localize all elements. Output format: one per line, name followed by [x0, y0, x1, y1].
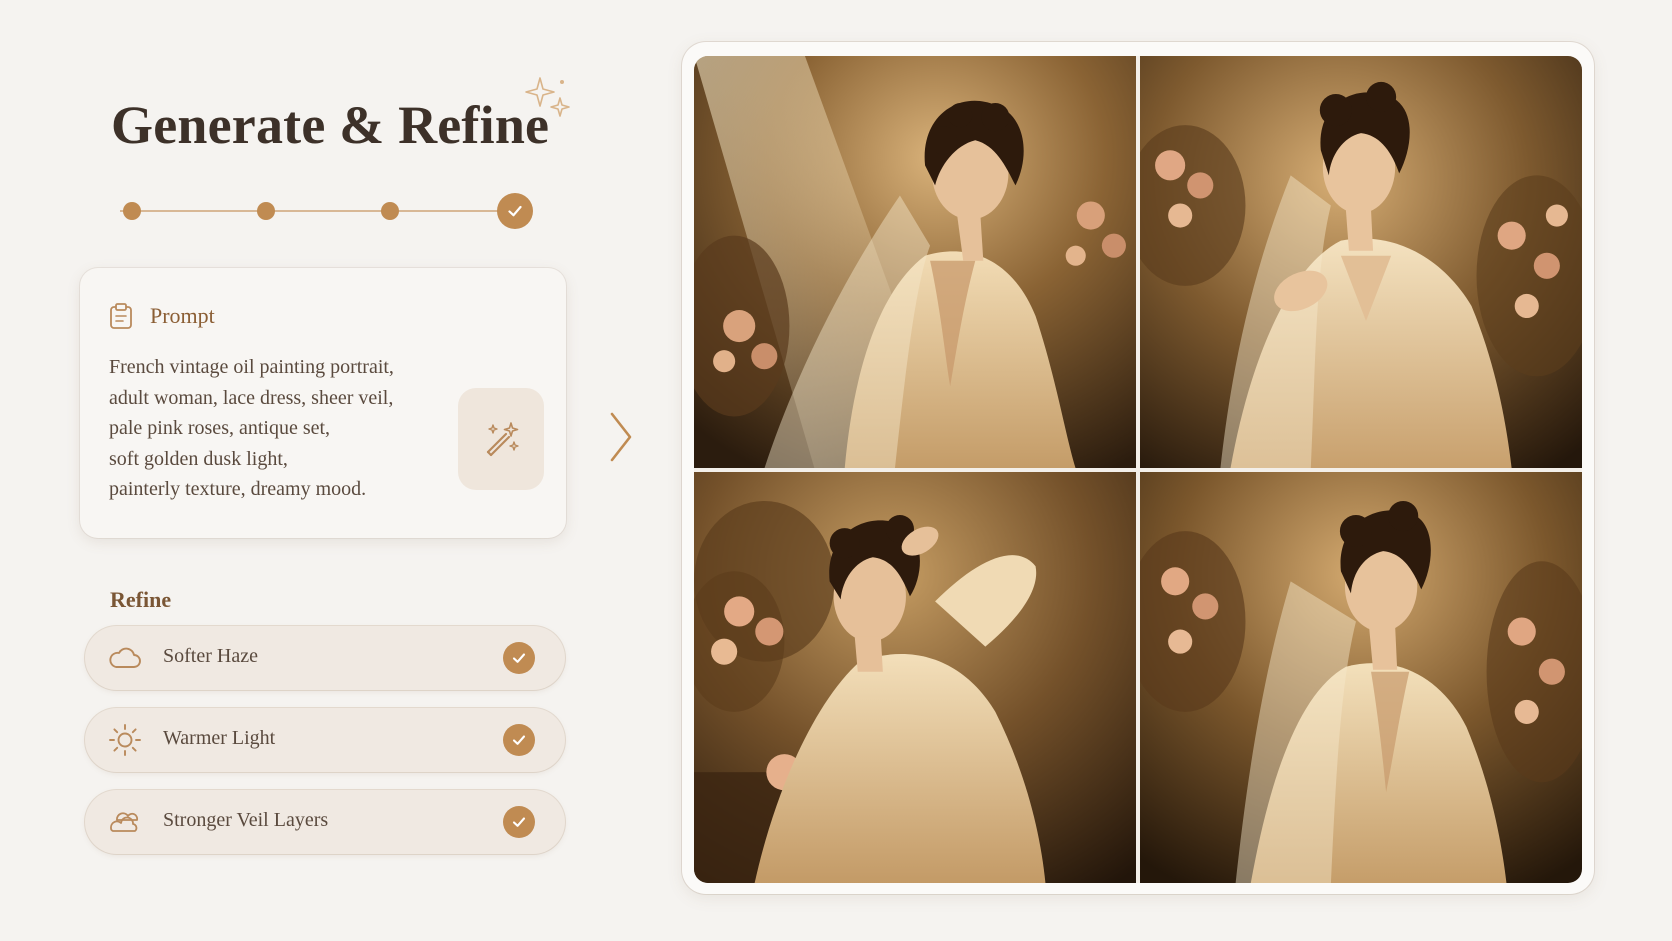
step-2-dot: [257, 202, 275, 220]
refine-option-check[interactable]: [503, 806, 535, 838]
check-icon: [508, 205, 522, 217]
prompt-card: Prompt French vintage oil painting portr…: [80, 268, 566, 538]
refine-option-label: Warmer Light: [163, 727, 276, 749]
prompt-line: adult woman, lace dress, sheer veil,: [109, 386, 394, 409]
image-gallery: [694, 56, 1582, 883]
page-title: Generate & Refine: [111, 95, 550, 155]
generated-image-3[interactable]: [694, 471, 1136, 883]
generated-image-1[interactable]: [694, 56, 1136, 468]
prompt-label: Prompt: [150, 303, 215, 328]
step-3-dot: [381, 202, 399, 220]
refine-option-check[interactable]: [503, 642, 535, 674]
refine-option-label: Softer Haze: [163, 645, 258, 667]
generate-button[interactable]: [458, 388, 544, 490]
prompt-line: French vintage oil painting portrait,: [109, 356, 394, 378]
stepper-track: [120, 210, 505, 212]
step-1-dot: [123, 202, 141, 220]
chevron-right-icon[interactable]: [606, 410, 636, 464]
check-icon: [512, 817, 526, 827]
check-icon: [512, 735, 526, 745]
progress-stepper: [110, 190, 535, 234]
prompt-line: soft golden dusk light,: [109, 447, 288, 470]
prompt-line: pale pink roses, antique set,: [109, 417, 331, 439]
generated-image-2[interactable]: [1140, 56, 1582, 468]
prompt-header: Prompt: [108, 302, 215, 330]
veil-layers-icon: [110, 812, 139, 832]
refine-option-softer-haze[interactable]: Softer Haze: [85, 626, 565, 690]
refine-option-label: Stronger Veil Layers: [163, 809, 329, 831]
refine-option-warmer-light[interactable]: Warmer Light: [85, 708, 565, 772]
sparkle-icon: [525, 77, 570, 117]
clipboard-icon: [110, 303, 132, 329]
cloud-icon: [109, 647, 141, 668]
refine-heading: Refine: [110, 587, 172, 612]
check-icon: [512, 653, 526, 663]
prompt-line: painterly texture, dreamy mood.: [109, 478, 367, 500]
generated-image-4[interactable]: [1140, 471, 1582, 883]
step-4-complete: [497, 193, 533, 229]
refine-option-stronger-veil-layers[interactable]: Stronger Veil Layers: [85, 790, 565, 854]
prompt-text[interactable]: French vintage oil painting portrait, ad…: [109, 352, 429, 505]
refine-option-check[interactable]: [503, 724, 535, 756]
magic-wand-icon: [486, 422, 519, 457]
sun-icon: [109, 724, 141, 756]
